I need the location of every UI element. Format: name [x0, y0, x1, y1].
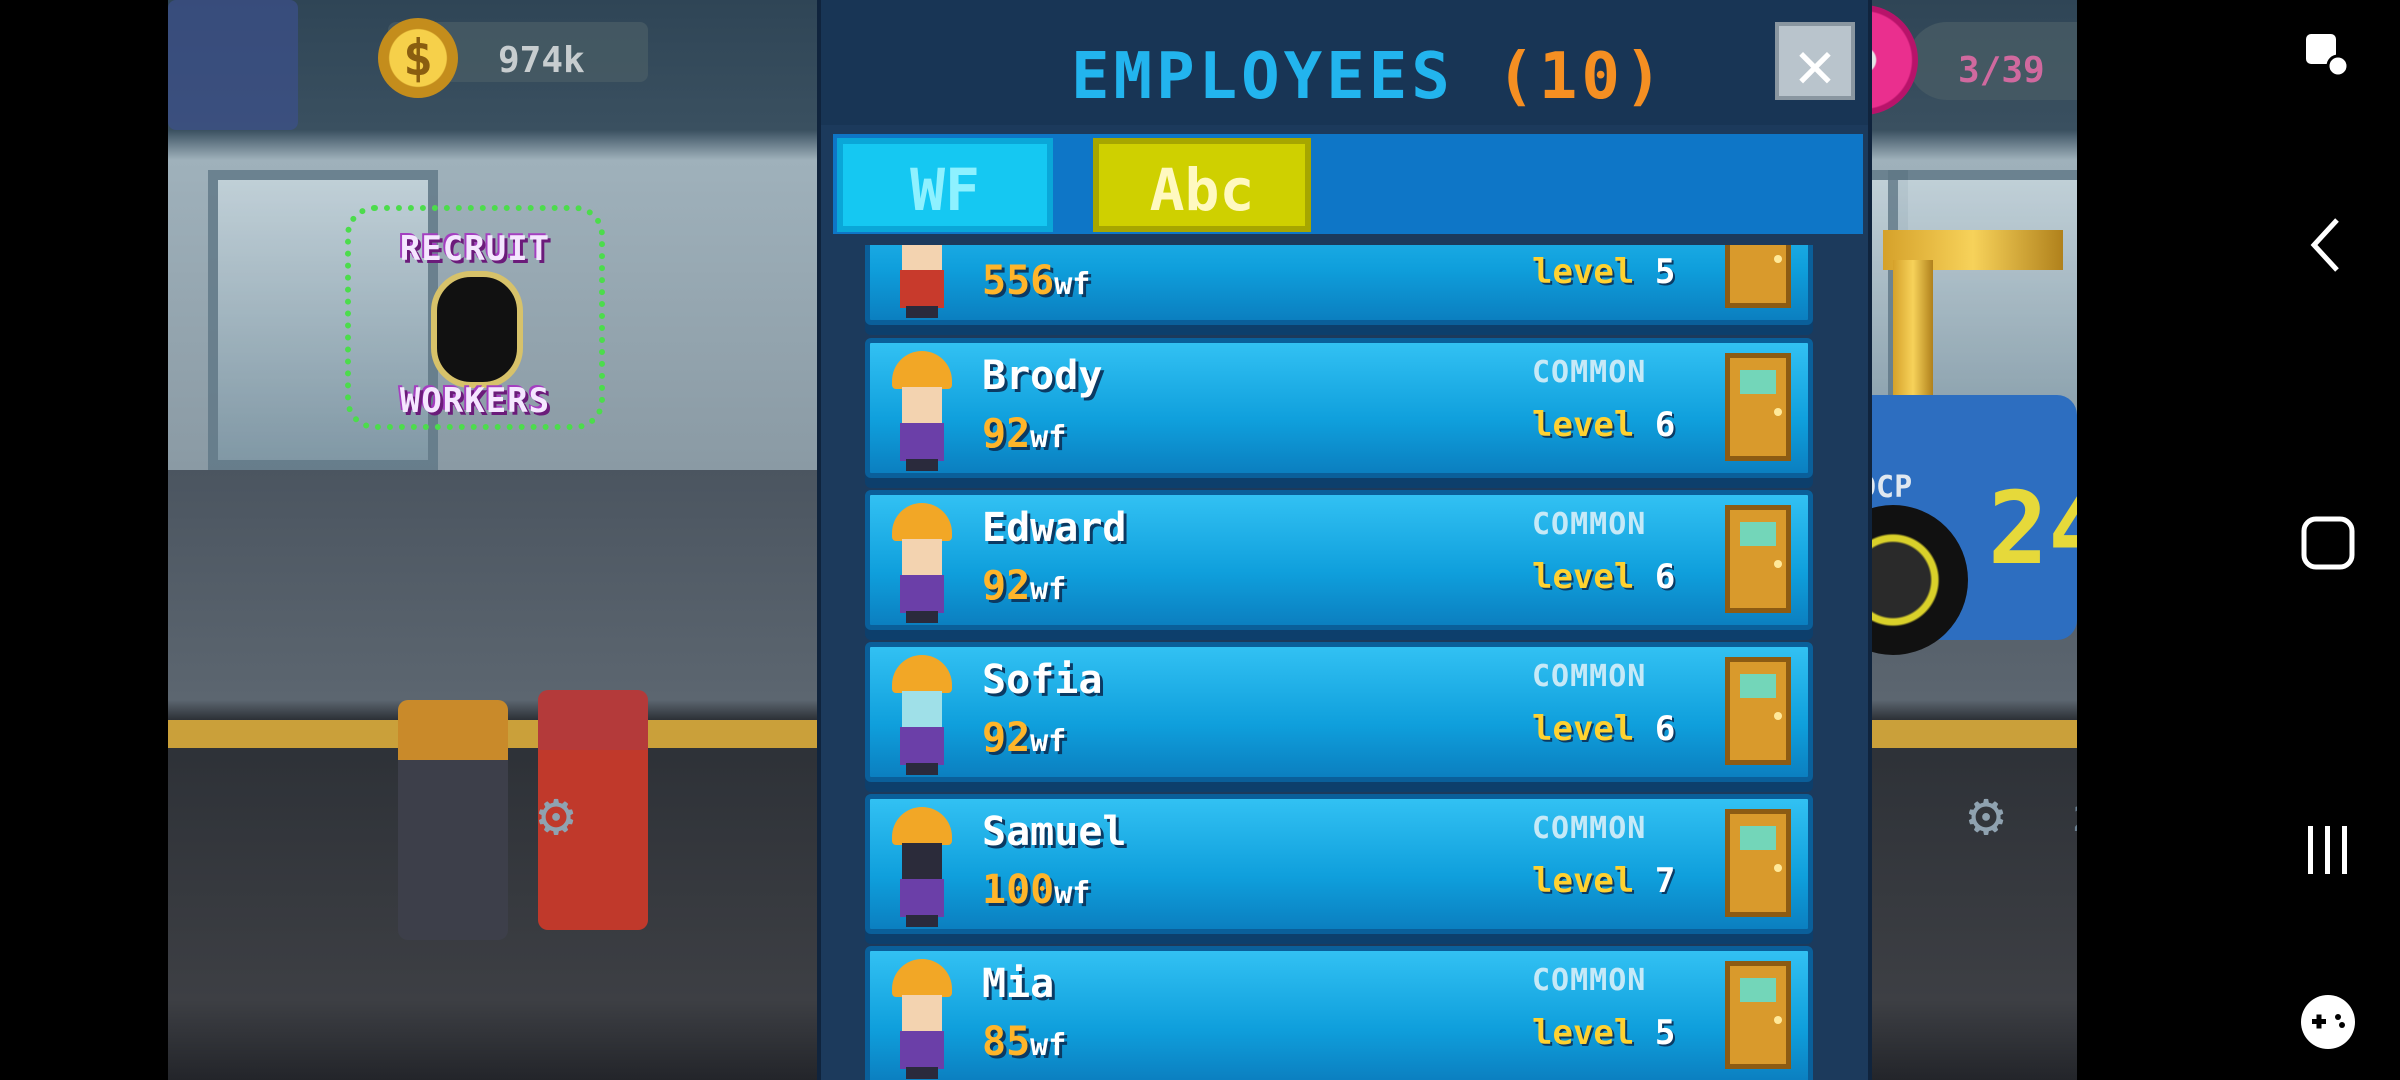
gear-icon: ⚙: [538, 780, 575, 850]
employee-row[interactable]: Sofia 92wf COMMON level 6: [865, 642, 1813, 782]
recents-icon[interactable]: [2300, 822, 2356, 878]
game-launcher-icon[interactable]: [2298, 992, 2358, 1052]
employee-row[interactable]: Samuel 100wf COMMON level 7: [865, 794, 1813, 934]
game-view: 24 DCP ⚙ ⚙ 204w $ 974k 3/39 RECRUIT WORK…: [168, 0, 2077, 1080]
gear-icon: ⚙: [1968, 780, 2005, 850]
employee-wf: 85wf: [982, 1019, 1067, 1065]
employee-name: Samuel: [982, 809, 1127, 855]
employee-row[interactable]: Edward 92wf COMMON level 6: [865, 490, 1813, 630]
car-number: 24: [1988, 470, 2077, 587]
employee-name: Edward: [982, 505, 1127, 551]
employee-avatar: [892, 503, 952, 623]
station-wf-label: 204w: [2073, 800, 2077, 840]
settings-badge[interactable]: [168, 0, 298, 130]
employee-name: Brody: [982, 353, 1103, 399]
back-icon[interactable]: [2302, 215, 2352, 275]
employee-avatar: [892, 807, 952, 927]
tab-sort-abc[interactable]: Abc: [1093, 138, 1311, 232]
employee-name: Mia: [982, 961, 1055, 1007]
screenshot-edit-icon[interactable]: [2302, 30, 2352, 80]
door-icon[interactable]: [1725, 809, 1791, 917]
recruit-workers-button[interactable]: RECRUIT WORKERS: [345, 205, 605, 430]
panel-title: EMPLOYEES (10): [1071, 40, 1666, 114]
door-icon[interactable]: [1725, 245, 1791, 308]
employee-rarity: COMMON: [1532, 355, 1647, 390]
employee-wf: 92wf: [982, 411, 1067, 457]
employee-level: level 5: [1532, 252, 1676, 292]
donut-amount: 3/39: [1958, 50, 2045, 91]
workers-label: WORKERS: [399, 381, 551, 421]
sort-tabs: WF Abc: [833, 134, 1863, 234]
coin-icon: $: [378, 18, 458, 98]
employee-avatar: [892, 245, 952, 318]
panel-header: EMPLOYEES (10) ✕: [821, 0, 1868, 125]
recruit-label: RECRUIT: [399, 229, 551, 269]
employee-avatar: [892, 959, 952, 1079]
employee-level: level 5: [1532, 1013, 1676, 1053]
employee-level: level 6: [1532, 709, 1676, 749]
employee-rarity: COMMON: [1532, 963, 1647, 998]
home-icon[interactable]: [2300, 515, 2356, 571]
employee-rarity: COMMON: [1532, 811, 1647, 846]
panel-title-text: EMPLOYEES: [1071, 40, 1454, 114]
employee-wf: 556wf: [982, 258, 1091, 304]
coin-amount: 974k: [498, 40, 585, 81]
door-icon[interactable]: [1725, 353, 1791, 461]
employee-avatar: [892, 351, 952, 471]
employee-list[interactable]: 556wf level 5 Brody 92wf COMMON level 6: [865, 245, 1813, 1080]
door-icon[interactable]: [1725, 961, 1791, 1069]
door-icon[interactable]: [1725, 505, 1791, 613]
employee-row[interactable]: 556wf level 5: [865, 245, 1813, 325]
android-nav-bar: [2080, 0, 2400, 1080]
door-icon[interactable]: [1725, 657, 1791, 765]
employee-avatar: [892, 655, 952, 775]
employee-wf: 92wf: [982, 563, 1067, 609]
employee-rarity: COMMON: [1532, 659, 1647, 694]
employee-wf: 100wf: [982, 867, 1091, 913]
employee-level: level 6: [1532, 405, 1676, 445]
close-button[interactable]: ✕: [1775, 22, 1855, 103]
employee-level: level 6: [1532, 557, 1676, 597]
employee-rarity: COMMON: [1532, 507, 1647, 542]
employee-row[interactable]: Brody 92wf COMMON level 6: [865, 338, 1813, 478]
employees-panel: EMPLOYEES (10) ✕ WF Abc 556wf level 5 Br…: [817, 0, 1872, 1080]
employee-row[interactable]: Mia 85wf COMMON level 5: [865, 946, 1813, 1080]
mystery-worker-icon: [431, 271, 523, 388]
employee-level: level 7: [1532, 861, 1676, 901]
tab-sort-wf[interactable]: WF: [837, 138, 1053, 232]
employee-count: (10): [1496, 40, 1667, 114]
worker-character[interactable]: [398, 700, 508, 940]
employee-wf: 92wf: [982, 715, 1067, 761]
employee-name: Sofia: [982, 657, 1103, 703]
